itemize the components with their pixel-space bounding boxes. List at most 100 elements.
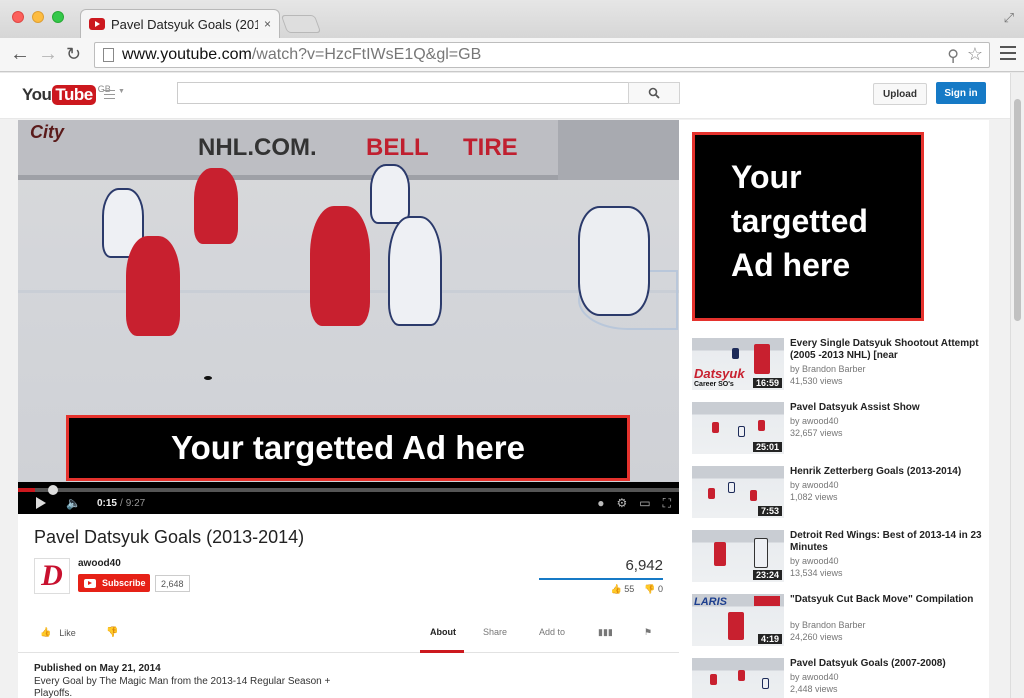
zoom-icon[interactable]: ⚲ bbox=[947, 46, 959, 66]
youtube-favicon-icon bbox=[89, 18, 105, 30]
guide-menu-icon[interactable] bbox=[104, 90, 115, 99]
related-video[interactable]: LARIS 4:19 "Datsyuk Cut Back Move" Compi… bbox=[692, 594, 982, 650]
browser-toolbar: ← → ↻ www.youtube.com/watch?v=HzcFtIWsE1… bbox=[0, 38, 1024, 72]
dislike-button[interactable]: 👎 bbox=[106, 627, 118, 638]
sidebar-ad[interactable]: Your targetted Ad here bbox=[692, 132, 924, 321]
related-thumbnail[interactable]: LARIS 4:19 bbox=[692, 594, 784, 646]
guide-caret-icon[interactable]: ▼ bbox=[118, 88, 125, 95]
tab-add-to[interactable]: Add to bbox=[539, 627, 565, 637]
thumb-overlay-text: LARIS bbox=[694, 596, 727, 608]
related-thumbnail[interactable]: Datsyuk Career SO's 16:59 bbox=[692, 338, 784, 390]
like-button[interactable]: 👍 Like bbox=[40, 627, 76, 638]
video-player[interactable]: City NHL.COM. BELL TIRE Your targetted A… bbox=[18, 120, 679, 514]
sign-in-button[interactable]: Sign in bbox=[936, 82, 986, 104]
thumb-figure bbox=[708, 488, 715, 499]
youtube-play-icon bbox=[84, 578, 96, 588]
tab-title: Pavel Datsyuk Goals (2013 bbox=[111, 16, 258, 32]
related-title[interactable]: "Datsyuk Cut Back Move" Compilation bbox=[790, 594, 982, 606]
tab-share[interactable]: Share bbox=[483, 627, 507, 637]
related-title[interactable]: Every Single Datsyuk Shootout Attempt (2… bbox=[790, 338, 982, 362]
related-title[interactable]: Pavel Datsyuk Goals (2007-2008) bbox=[790, 658, 982, 670]
logo-you: You bbox=[22, 85, 52, 104]
theater-mode-icon[interactable]: ▭ bbox=[639, 496, 650, 510]
related-thumbnail[interactable]: 23:24 bbox=[692, 530, 784, 582]
dislike-count: 0 bbox=[657, 584, 663, 594]
channel-avatar[interactable]: D bbox=[34, 558, 70, 594]
related-channel: by Brandon Barber bbox=[790, 364, 866, 374]
bookmark-star-icon[interactable]: ☆ bbox=[967, 44, 983, 65]
search-button[interactable] bbox=[628, 82, 680, 104]
browser-menu-icon[interactable] bbox=[1000, 46, 1016, 60]
thumb-figure bbox=[732, 348, 739, 359]
video-title: Pavel Datsyuk Goals (2013-2014) bbox=[34, 527, 305, 547]
thumb-figure bbox=[738, 670, 745, 681]
new-tab-button[interactable] bbox=[280, 15, 322, 33]
controls-right: ● ⚙ ▭ ⛶ bbox=[597, 496, 671, 511]
video-duration: 23:24 bbox=[752, 570, 782, 580]
page-scrollbar[interactable] bbox=[1010, 73, 1024, 698]
scrollbar-thumb[interactable] bbox=[1014, 99, 1021, 321]
url-host: www.youtube.com bbox=[122, 46, 252, 63]
thumb-figure bbox=[762, 678, 769, 689]
video-duration: 7:53 bbox=[757, 506, 782, 516]
video-duration: 16:59 bbox=[752, 378, 782, 388]
related-video[interactable]: 23:24 Detroit Red Wings: Best of 2013-14… bbox=[692, 530, 982, 586]
related-channel: by awood40 bbox=[790, 416, 839, 426]
browser-titlebar: Pavel Datsyuk Goals (2013 × ⤢ bbox=[0, 0, 1024, 38]
volume-icon[interactable]: 🔈 bbox=[66, 496, 81, 510]
address-bar[interactable]: www.youtube.com/watch?v=HzcFtIWsE1Q&gl=G… bbox=[94, 42, 990, 68]
close-window-button[interactable] bbox=[12, 11, 24, 23]
related-channel: by awood40 bbox=[790, 556, 839, 566]
search-input[interactable] bbox=[177, 82, 629, 104]
minimize-window-button[interactable] bbox=[32, 11, 44, 23]
tab-about[interactable]: About bbox=[430, 627, 456, 637]
related-video[interactable]: 25:01 Pavel Datsyuk Assist Show by awood… bbox=[692, 402, 982, 458]
related-video[interactable]: Pavel Datsyuk Goals (2007-2008) by awood… bbox=[692, 658, 982, 698]
player-figure bbox=[194, 168, 238, 244]
upload-button[interactable]: Upload bbox=[873, 83, 927, 105]
related-title[interactable]: Detroit Red Wings: Best of 2013-14 in 23… bbox=[790, 530, 982, 554]
like-count: 55 bbox=[624, 584, 635, 594]
back-arrow-icon[interactable]: ← bbox=[10, 44, 30, 64]
settings-gear-icon[interactable]: ⚙ bbox=[616, 496, 627, 510]
thumb-figure bbox=[714, 542, 726, 566]
stats-icon[interactable]: ▮▮▮ bbox=[598, 627, 613, 638]
subscribe-button[interactable]: Subscribe bbox=[78, 574, 150, 592]
fullscreen-video-icon[interactable]: ⛶ bbox=[663, 496, 671, 511]
flag-icon[interactable]: ⚑ bbox=[644, 627, 652, 638]
maximize-window-button[interactable] bbox=[52, 11, 64, 23]
current-time: 0:15 bbox=[96, 497, 117, 509]
puck bbox=[204, 376, 212, 380]
publish-date: Published on May 21, 2014 bbox=[34, 663, 161, 674]
video-ad-banner[interactable]: Your targetted Ad here bbox=[66, 415, 630, 481]
related-thumbnail[interactable]: 25:01 bbox=[692, 402, 784, 454]
board-ad-bell: BELL bbox=[366, 134, 429, 161]
video-frame[interactable]: City NHL.COM. BELL TIRE Your targetted A… bbox=[18, 120, 679, 482]
thumb-board-ad bbox=[754, 596, 780, 606]
logo-tube: Tube bbox=[52, 85, 96, 105]
fullscreen-icon[interactable]: ⤢ bbox=[1004, 10, 1014, 26]
channel-name[interactable]: awood40 bbox=[78, 558, 121, 569]
thumb-figure bbox=[750, 490, 757, 501]
related-thumbnail[interactable] bbox=[692, 658, 784, 698]
related-channel: by awood40 bbox=[790, 480, 839, 490]
player-figure bbox=[126, 236, 180, 336]
tab-close-icon[interactable]: × bbox=[264, 17, 271, 31]
player-figure bbox=[370, 164, 410, 224]
related-title[interactable]: Pavel Datsyuk Assist Show bbox=[790, 402, 982, 414]
browser-tab[interactable]: Pavel Datsyuk Goals (2013 × bbox=[80, 9, 280, 38]
thumbs-down-icon: 👎 bbox=[106, 627, 119, 638]
annotations-icon[interactable]: ● bbox=[597, 496, 604, 510]
related-title[interactable]: Henrik Zetterberg Goals (2013-2014) bbox=[790, 466, 982, 478]
youtube-logo[interactable]: You Tube GB bbox=[22, 84, 111, 106]
related-video[interactable]: Datsyuk Career SO's 16:59 Every Single D… bbox=[692, 338, 982, 394]
like-ratio-fill bbox=[539, 578, 663, 580]
reload-icon[interactable]: ↻ bbox=[66, 44, 81, 64]
thumb-figure bbox=[738, 426, 745, 437]
video-duration: 25:01 bbox=[752, 442, 782, 452]
related-thumbnail[interactable]: 7:53 bbox=[692, 466, 784, 518]
forward-arrow-icon[interactable]: → bbox=[38, 44, 58, 64]
play-icon[interactable] bbox=[36, 497, 46, 509]
related-video[interactable]: 7:53 Henrik Zetterberg Goals (2013-2014)… bbox=[692, 466, 982, 522]
related-views: 1,082 views bbox=[790, 492, 838, 502]
